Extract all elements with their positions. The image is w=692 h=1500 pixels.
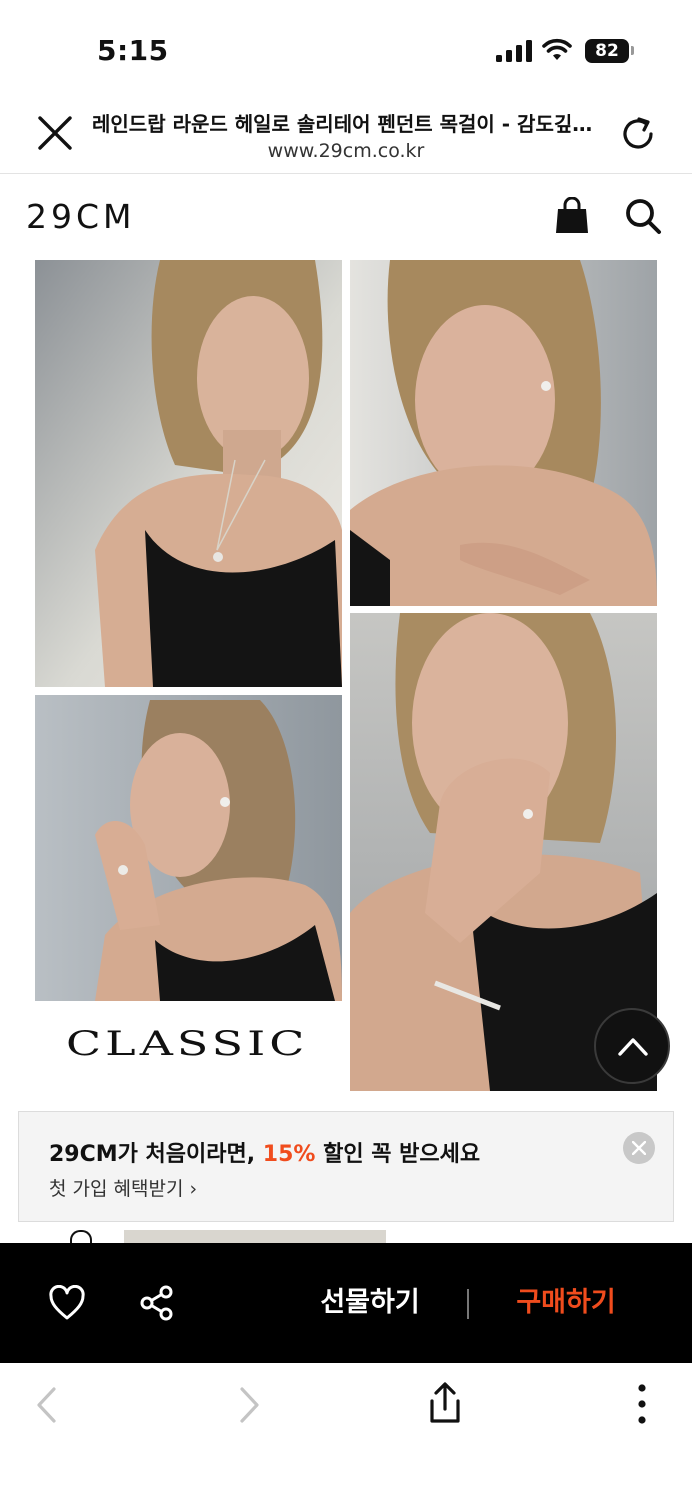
site-header: 29CM bbox=[0, 175, 692, 255]
reload-icon[interactable] bbox=[618, 114, 658, 154]
status-time: 5:15 bbox=[97, 34, 169, 67]
status-bar: 5:15 82 bbox=[0, 0, 692, 100]
classic-caption: CLASSIC bbox=[66, 1024, 309, 1064]
back-icon[interactable] bbox=[34, 1385, 60, 1425]
more-icon[interactable] bbox=[632, 1383, 652, 1425]
chevron-up-icon bbox=[618, 1038, 648, 1056]
promo-text-before: 29CM가 처음이라면, bbox=[49, 1142, 263, 1167]
share-icon[interactable] bbox=[139, 1284, 175, 1322]
site-logo[interactable]: 29CM bbox=[26, 197, 136, 236]
purchase-action-bar: 선물하기 구매하기 bbox=[0, 1243, 692, 1363]
promo-headline: 29CM가 처음이라면, 15% 할인 꼭 받으세요 bbox=[49, 1136, 480, 1168]
scroll-to-top-button[interactable] bbox=[594, 1008, 670, 1084]
buy-button[interactable]: 구매하기 bbox=[496, 1283, 636, 1323]
shopping-bag-icon[interactable] bbox=[554, 197, 590, 235]
product-photo-ring bbox=[35, 695, 342, 1001]
page-title: 레인드랍 라운드 헤일로 솔리테어 펜던트 목걸이 - 감도깊은 취향 셀렉트샵… bbox=[92, 112, 604, 136]
browser-toolbar bbox=[0, 1363, 692, 1500]
close-icon[interactable] bbox=[36, 114, 74, 152]
action-divider bbox=[467, 1289, 469, 1319]
partial-content-icon bbox=[70, 1230, 92, 1244]
signal-icon bbox=[496, 40, 532, 62]
promo-close-button[interactable] bbox=[623, 1132, 655, 1164]
page-url[interactable]: www.29cm.co.kr bbox=[92, 140, 600, 162]
promo-text-after: 할인 꼭 받으세요 bbox=[315, 1142, 481, 1167]
forward-icon[interactable] bbox=[236, 1385, 262, 1425]
gift-button[interactable]: 선물하기 bbox=[300, 1283, 440, 1323]
browser-header: 레인드랍 라운드 헤일로 솔리테어 펜던트 목걸이 - 감도깊은 취향 셀렉트샵… bbox=[0, 100, 692, 174]
share-upload-icon[interactable] bbox=[424, 1381, 466, 1425]
battery-icon: 82 bbox=[585, 39, 629, 63]
partial-content-image bbox=[124, 1230, 386, 1244]
heart-icon[interactable] bbox=[48, 1285, 86, 1321]
product-photo-necklace bbox=[35, 260, 342, 687]
promo-discount: 15% bbox=[262, 1142, 316, 1167]
first-visit-promo-banner[interactable]: 29CM가 처음이라면, 15% 할인 꼭 받으세요 첫 가입 혜택받기 › bbox=[18, 1111, 674, 1222]
search-icon[interactable] bbox=[624, 197, 662, 235]
close-icon bbox=[632, 1141, 646, 1155]
wifi-icon bbox=[542, 38, 572, 60]
product-photo-earring bbox=[350, 260, 657, 606]
signup-benefit-link[interactable]: 첫 가입 혜택받기 › bbox=[49, 1174, 197, 1201]
battery-tip bbox=[631, 46, 634, 55]
